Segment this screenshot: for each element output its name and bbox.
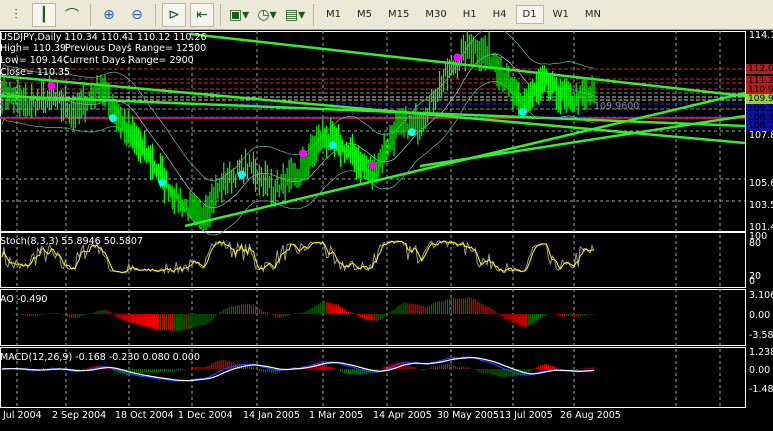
date-axis-label: 26 Aug 2005 bbox=[560, 410, 621, 421]
stoch-axis-label: 80 bbox=[749, 238, 762, 249]
fractal-marker bbox=[237, 170, 246, 179]
stoch-axis-label: 0 bbox=[749, 276, 756, 287]
ao-axis-label: 0.00 bbox=[749, 310, 771, 321]
stoch-label: Stoch(8,3,3) 55.8946 50.5807 bbox=[0, 236, 144, 247]
date-axis-label: 14 Apr 2005 bbox=[373, 410, 432, 421]
templates-button[interactable]: ▤▾ bbox=[283, 3, 307, 27]
fractal-marker bbox=[328, 141, 337, 150]
date-axis-label: 2 Sep 2004 bbox=[52, 410, 107, 421]
price-axis-label: 107.8 bbox=[749, 130, 773, 141]
price-level-box: 108.7 bbox=[746, 121, 773, 131]
symbol-label: USDJPY,Daily 110.34 110.41 110.12 110.26 bbox=[0, 32, 207, 43]
close-label: Close= 110.35 bbox=[0, 67, 71, 78]
bar-chart-icon: ⫶ bbox=[14, 6, 18, 23]
date-axis-label: 30 May 2005 bbox=[437, 410, 499, 421]
fractal-marker bbox=[453, 53, 462, 62]
autoscroll-button[interactable]: ⇤ bbox=[190, 2, 214, 27]
macd-axis-label: 0.00 bbox=[749, 365, 771, 376]
current-range-label: Current Days Range= 2900 bbox=[63, 55, 194, 66]
toolbar-separator bbox=[155, 3, 156, 26]
fractal-marker bbox=[407, 128, 416, 137]
timeframe-w1[interactable]: W1 bbox=[546, 5, 576, 24]
date-axis-label: 18 Oct 2004 bbox=[115, 410, 174, 421]
toolbar-separator bbox=[313, 3, 314, 26]
indicators-button[interactable]: ▣▾ bbox=[227, 3, 251, 27]
periods-icon: ◷▾ bbox=[257, 6, 277, 23]
zoom-out-icon: ⊖ bbox=[131, 6, 143, 23]
date-axis-label: 1 Mar 2005 bbox=[309, 410, 364, 421]
date-axis-label: Jul 2004 bbox=[3, 410, 42, 421]
indicators-icon: ▣▾ bbox=[228, 6, 250, 23]
fractal-marker bbox=[47, 81, 56, 90]
date-axis-label: 1 Dec 2004 bbox=[178, 410, 233, 421]
periods-button[interactable]: ◷▾ bbox=[255, 3, 279, 27]
line-chart-button[interactable]: ⌒ bbox=[60, 3, 84, 27]
pivot-label: 109.9600 bbox=[594, 101, 640, 112]
line-chart-icon: ⌒ bbox=[65, 7, 79, 24]
macd-label: MACD(12,26,9) -0.168 -0.230 0.080 0.000 bbox=[0, 352, 200, 363]
fractal-marker bbox=[518, 108, 527, 117]
ao-label: AO -0.490 bbox=[0, 294, 48, 305]
candlestick-button[interactable]: ┃ bbox=[32, 2, 56, 27]
fractal-marker bbox=[298, 149, 307, 158]
timeframe-m15[interactable]: M15 bbox=[381, 5, 416, 24]
candlestick-icon: ┃ bbox=[39, 6, 49, 23]
chart-shift-icon: ⊳ bbox=[168, 6, 180, 23]
autoscroll-icon: ⇤ bbox=[196, 6, 208, 23]
fractal-marker bbox=[158, 178, 167, 187]
toolbar: ⫶ ┃ ⌒ ⊕ ⊖ ⊳ ⇤ ▣▾ ◷▾ ▤▾ M1 M5 M15 M30 H1 H4 D1 W1 MN bbox=[0, 0, 773, 30]
timeframe-m30[interactable]: M30 bbox=[418, 5, 453, 24]
chart-canvas[interactable] bbox=[0, 26, 773, 427]
timeframe-m5[interactable]: M5 bbox=[350, 5, 379, 24]
panel-border bbox=[0, 289, 746, 346]
timeframe-mn[interactable]: MN bbox=[578, 5, 608, 24]
templates-icon: ▤▾ bbox=[284, 6, 306, 23]
ao-axis-label: 3.106 bbox=[749, 290, 773, 301]
date-axis-label: 13 Jul 2005 bbox=[499, 410, 553, 421]
price-axis-label: 114.1 bbox=[749, 30, 773, 41]
zoom-in-button[interactable]: ⊕ bbox=[97, 3, 121, 27]
chart-area[interactable]: USDJPY,Daily 110.34 110.41 110.12 110.26… bbox=[0, 26, 773, 427]
timeframe-d1[interactable]: D1 bbox=[515, 5, 544, 24]
bar-chart-button[interactable]: ⫶ bbox=[4, 3, 28, 27]
timeframe-h4[interactable]: H4 bbox=[486, 5, 514, 24]
ao-axis-label: -3.586 bbox=[749, 330, 773, 341]
price-axis-label: 103.5 bbox=[749, 200, 773, 211]
price-level-box: 112.0 bbox=[746, 64, 773, 74]
zoom-in-icon: ⊕ bbox=[103, 6, 115, 23]
timeframe-h1[interactable]: H1 bbox=[456, 5, 484, 24]
low-label: Low= 109.14 bbox=[0, 55, 63, 66]
date-axis-label: 14 Jan 2005 bbox=[243, 410, 300, 421]
prev-range-label: Previous Days Range= 12500 bbox=[65, 43, 207, 54]
price-axis-label: 105.6 bbox=[749, 178, 773, 189]
toolbar-separator bbox=[90, 3, 91, 26]
chart-shift-button[interactable]: ⊳ bbox=[162, 2, 186, 27]
price-level-box: 109.9 bbox=[746, 94, 773, 104]
zoom-out-button[interactable]: ⊖ bbox=[125, 3, 149, 27]
macd-axis-label: 1.238 bbox=[749, 347, 773, 358]
fractal-marker bbox=[368, 160, 377, 169]
fractal-marker bbox=[108, 114, 117, 123]
macd-axis-label: -1.486 bbox=[749, 384, 773, 395]
timeframe-m1[interactable]: M1 bbox=[319, 5, 348, 24]
toolbar-separator bbox=[220, 3, 221, 26]
high-label: High= 110.39 bbox=[0, 43, 67, 54]
